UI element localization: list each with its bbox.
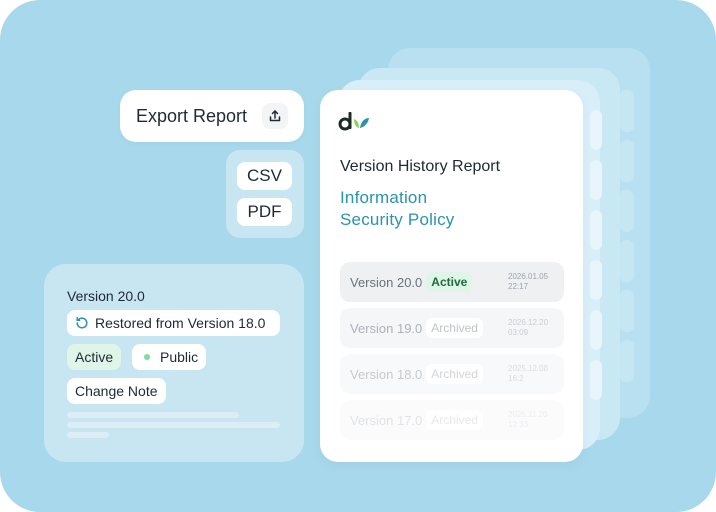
policy-title-line: Information — [340, 188, 428, 207]
change-note-button[interactable]: Change Note — [67, 378, 166, 404]
export-report-button[interactable]: Export Report — [120, 90, 304, 142]
ghost-row — [590, 260, 602, 300]
timestamp-date: 2026.01.05 — [508, 272, 549, 281]
format-csv-button[interactable]: CSV — [237, 162, 292, 190]
ghost-row — [590, 110, 602, 150]
timestamp: 2026.01.05 22:17 — [508, 272, 554, 292]
version-list: Version 20.0 Active 2026.01.05 22:17 Ver… — [340, 262, 564, 446]
illustration-canvas: Export Report CSV PDF Version 20.0 Resto… — [0, 0, 716, 512]
version-row[interactable]: Version 19.0 Archived 2026.12.20 03:09 — [340, 308, 564, 348]
version-row[interactable]: Version 18.0 Archived 2025.12.08 16:2 — [340, 354, 564, 394]
timestamp: 2025.11.20 12:33 — [508, 410, 554, 430]
version-details-card: Version 20.0 Restored from Version 18.0 … — [44, 264, 304, 462]
ghost-row — [620, 340, 634, 382]
version-row[interactable]: Version 17.0 Archived 2025.11.20 12:33 — [340, 400, 564, 440]
report-heading: Version History Report — [340, 158, 501, 175]
timestamp: 2026.12.20 03:09 — [508, 318, 554, 338]
timestamp-time: 16:2 — [508, 374, 524, 383]
policy-title-line: Security Policy — [340, 210, 455, 229]
timestamp-time: 12:33 — [508, 420, 529, 429]
status-badge: Archived — [426, 318, 483, 338]
policy-title: Information Security Policy — [340, 187, 540, 231]
restore-icon — [76, 317, 88, 329]
placeholder-line — [67, 432, 109, 438]
restored-from-label: Restored from Version 18.0 — [95, 315, 266, 331]
version-row[interactable]: Version 20.0 Active 2026.01.05 22:17 — [340, 262, 564, 302]
status-badge: Active — [67, 344, 122, 370]
export-format-menu: CSV PDF — [226, 150, 304, 238]
ghost-row — [620, 240, 634, 282]
status-badge: Archived — [426, 364, 483, 384]
ghost-row — [590, 310, 602, 350]
public-dot-icon — [144, 354, 150, 360]
ghost-row — [590, 210, 602, 250]
format-pdf-button[interactable]: PDF — [237, 198, 292, 226]
restored-from-badge: Restored from Version 18.0 — [67, 310, 280, 336]
visibility-badge: Public — [132, 344, 207, 370]
timestamp-date: 2026.12.20 — [508, 318, 549, 327]
timestamp-date: 2025.12.08 — [508, 364, 549, 373]
status-badge: Archived — [426, 410, 483, 430]
visibility-label: Public — [160, 349, 199, 365]
ghost-row — [590, 360, 602, 400]
version-title: Version 20.0 — [67, 288, 145, 304]
ghost-row — [620, 140, 634, 182]
timestamp-time: 22:17 — [508, 282, 529, 291]
version-label: Version 18.0 — [350, 366, 423, 382]
ghost-row — [620, 90, 634, 132]
version-label: Version 19.0 — [350, 320, 423, 336]
export-report-label: Export Report — [136, 105, 248, 126]
timestamp-date: 2025.11.20 — [508, 410, 548, 419]
version-history-report: Version History Report Information Secur… — [320, 90, 583, 462]
timestamp: 2025.12.08 16:2 — [508, 364, 554, 384]
brand-logo-icon — [338, 112, 369, 131]
status-badge: Active — [426, 272, 473, 292]
version-label: Version 17.0 — [350, 412, 423, 428]
timestamp-time: 03:09 — [508, 328, 529, 337]
placeholder-line — [67, 412, 239, 418]
ghost-row — [620, 190, 634, 232]
version-label: Version 20.0 — [350, 274, 423, 290]
placeholder-line — [67, 422, 280, 428]
upload-icon — [262, 103, 288, 129]
ghost-row — [590, 160, 602, 200]
ghost-row — [620, 290, 634, 332]
